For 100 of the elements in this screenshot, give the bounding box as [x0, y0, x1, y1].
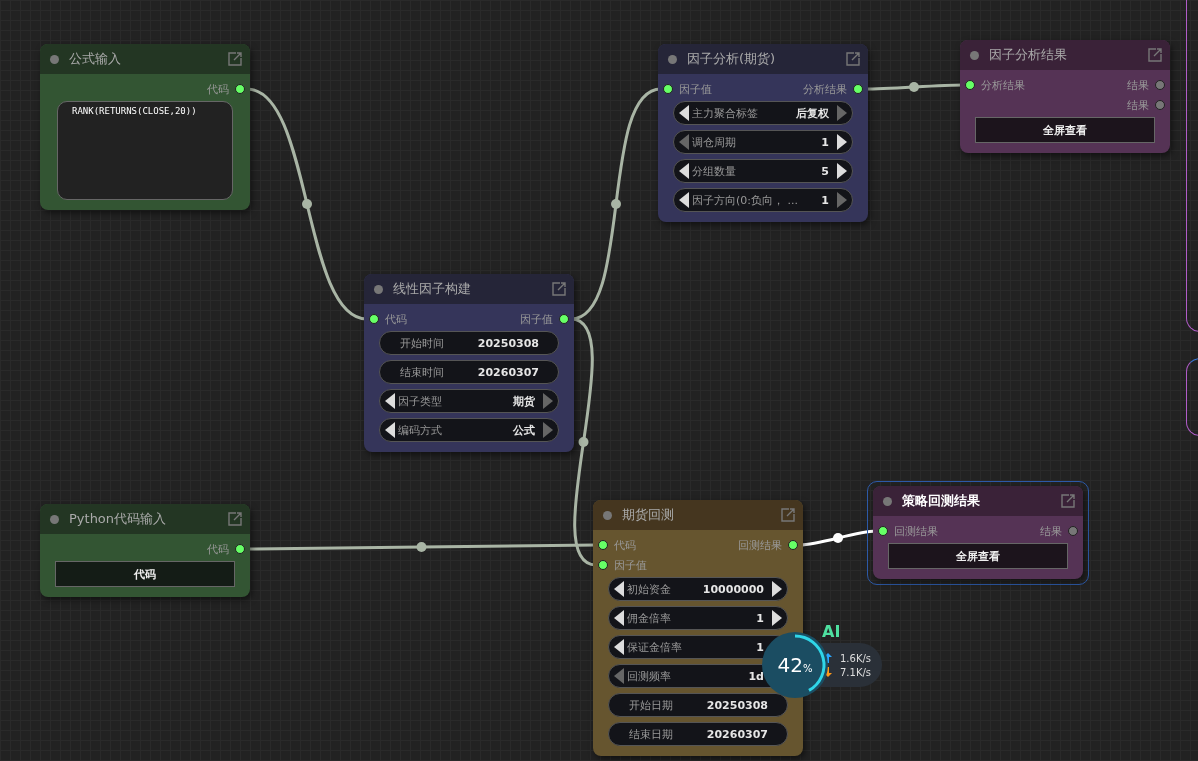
right-arrow-icon[interactable]: [837, 134, 847, 150]
widget-value: 1d: [748, 669, 765, 683]
left-arrow-icon[interactable]: [614, 639, 624, 655]
link-wire[interactable]: [247, 542, 596, 552]
edit-icon[interactable]: [552, 282, 566, 296]
right-arrow-icon[interactable]: [772, 610, 782, 626]
widget-value: 10000000: [702, 582, 765, 596]
left-arrow-icon[interactable]: [614, 610, 624, 626]
collapse-dot-icon[interactable]: [603, 510, 612, 520]
input-port[interactable]: [663, 84, 673, 94]
node-card[interactable]: 线性因子构建 代码 因子值 开始时间 20250308 结束时间 20260307 因子类型 期货 编码方式 公式: [364, 274, 574, 452]
node-card[interactable]: Python代码输入 代码 代码: [40, 504, 250, 597]
widget-value: 1: [756, 640, 765, 654]
input-port[interactable]: [598, 560, 608, 570]
widget-button[interactable]: 全屏查看: [975, 117, 1155, 143]
output-label: 代码: [207, 81, 229, 97]
widget-label: 编码方式: [398, 422, 443, 438]
combo-widget[interactable]: 编码方式 公式: [379, 418, 559, 442]
node-title: 公式输入: [69, 50, 122, 68]
node-card[interactable]: 因子分析(期货) 因子值 分析结果 主力聚合标签 后复权 调仓周期 1 分组数量 5 因子方向(0:负向， ... 1: [658, 44, 868, 222]
input-port[interactable]: [369, 314, 379, 324]
output-label: 代码: [207, 541, 229, 557]
output-port[interactable]: [235, 544, 245, 554]
download-speed: 7.1K/s: [840, 666, 872, 678]
node-title-bar[interactable]: 公式输入: [40, 44, 250, 74]
node-title: 因子分析结果: [989, 46, 1068, 64]
node-title: Python代码输入: [69, 510, 168, 528]
link-wire[interactable]: [570, 317, 597, 567]
edit-icon[interactable]: [1148, 48, 1162, 62]
combo-widget[interactable]: 分组数量 5: [673, 159, 853, 183]
collapse-dot-icon[interactable]: [668, 54, 677, 64]
input-port[interactable]: [965, 80, 975, 90]
input-port[interactable]: [878, 526, 888, 536]
combo-widget[interactable]: 佣金倍率 1: [608, 606, 788, 630]
upload-speed: 1.6K/s: [840, 652, 872, 664]
widget-value: 后复权: [796, 105, 830, 121]
node-title-bar[interactable]: Python代码输入: [40, 504, 250, 534]
output-port[interactable]: [853, 84, 863, 94]
collapse-dot-icon[interactable]: [970, 50, 979, 60]
input-label: 分析结果: [981, 77, 1025, 93]
widget-value: 5: [821, 164, 830, 178]
edit-icon[interactable]: [846, 52, 860, 66]
node-title-bar[interactable]: 因子分析(期货): [658, 44, 868, 74]
widget-value: 1: [756, 611, 765, 625]
widget-label: 初始资金: [627, 581, 672, 597]
left-arrow-icon[interactable]: [385, 393, 395, 409]
text-widget[interactable]: 开始时间 20250308: [379, 331, 559, 355]
widget-label: 保证金倍率: [627, 639, 683, 655]
widget-label: 因子方向(0:负向， ...: [692, 192, 799, 208]
widget-value: 1: [821, 135, 830, 149]
combo-widget[interactable]: 主力聚合标签 后复权: [673, 101, 853, 125]
node-title: 因子分析(期货): [687, 50, 777, 68]
input-port[interactable]: [598, 540, 608, 550]
combo-widget[interactable]: 调仓周期 1: [673, 130, 853, 154]
edit-icon[interactable]: [228, 512, 242, 526]
left-arrow-icon[interactable]: [679, 105, 689, 121]
text-widget[interactable]: 结束时间 20260307: [379, 360, 559, 384]
widget-value: 期货: [513, 393, 536, 409]
left-arrow-icon[interactable]: [679, 163, 689, 179]
node-card[interactable]: 公式输入 代码 RANK(RETURNS(CLOSE,20)): [40, 44, 250, 210]
widget-label: 调仓周期: [692, 134, 737, 150]
left-arrow-icon[interactable]: [679, 192, 689, 208]
widget-value: 1: [821, 193, 830, 207]
code-editor[interactable]: RANK(RETURNS(CLOSE,20)): [57, 101, 233, 200]
left-arrow-icon[interactable]: [614, 581, 624, 597]
output-label: 结果: [1127, 97, 1149, 113]
input-label: 代码: [385, 311, 407, 327]
collapse-dot-icon[interactable]: [883, 496, 892, 506]
node-title-bar[interactable]: 线性因子构建: [364, 274, 574, 304]
text-widget[interactable]: 结束日期 20260307: [608, 722, 788, 746]
input-label: 回测结果: [894, 523, 938, 539]
node-title-bar[interactable]: 期货回测: [593, 500, 803, 530]
widget-label: 分组数量: [692, 163, 737, 179]
node-title-bar[interactable]: 策略回测结果: [873, 486, 1083, 516]
widget-button[interactable]: 代码: [55, 561, 235, 587]
input-label: 因子值: [679, 81, 712, 97]
output-label: 结果: [1127, 77, 1149, 93]
combo-widget[interactable]: 因子类型 期货: [379, 389, 559, 413]
widget-value: 20250308: [706, 698, 769, 712]
edit-icon[interactable]: [781, 508, 795, 522]
combo-widget[interactable]: 因子方向(0:负向， ... 1: [673, 188, 853, 212]
widget-value: 20250308: [477, 336, 540, 350]
edit-icon[interactable]: [1061, 494, 1075, 508]
left-arrow-icon[interactable]: [385, 422, 395, 438]
edit-icon[interactable]: [228, 52, 242, 66]
output-label: 因子值: [520, 311, 553, 327]
node-card[interactable]: 策略回测结果 回测结果 结果 全屏查看: [873, 486, 1083, 579]
node-title-bar[interactable]: 因子分析结果: [960, 40, 1170, 70]
collapse-dot-icon[interactable]: [50, 514, 59, 524]
combo-widget[interactable]: 初始资金 10000000: [608, 577, 788, 601]
output-port[interactable]: [788, 540, 798, 550]
output-port[interactable]: [235, 84, 245, 94]
text-widget[interactable]: 开始日期 20250308: [608, 693, 788, 717]
right-arrow-icon[interactable]: [772, 581, 782, 597]
output-port[interactable]: [559, 314, 569, 324]
node-card[interactable]: 因子分析结果 分析结果 结果 结果 全屏查看: [960, 40, 1170, 153]
collapse-dot-icon[interactable]: [50, 54, 59, 64]
collapse-dot-icon[interactable]: [374, 284, 383, 294]
right-arrow-icon[interactable]: [837, 163, 847, 179]
widget-button[interactable]: 全屏查看: [888, 543, 1068, 569]
